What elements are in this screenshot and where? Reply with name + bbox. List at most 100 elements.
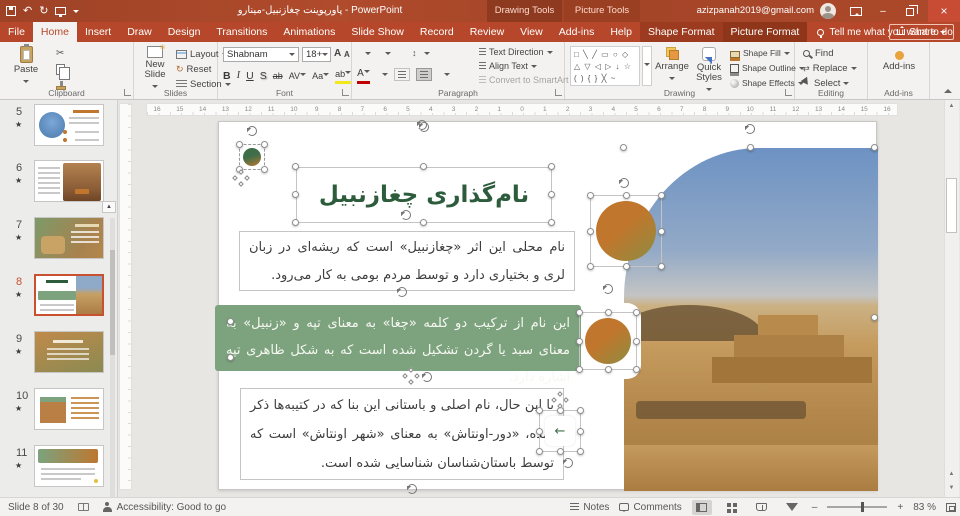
align-text-button[interactable]: Align Text	[479, 61, 537, 71]
canvas-scrollbar-thumb[interactable]	[946, 178, 957, 233]
bullets-caret-icon[interactable]	[365, 51, 371, 58]
selection-handle[interactable]	[622, 192, 630, 199]
ltr-direction-button[interactable]	[394, 68, 410, 81]
picture-tools-header[interactable]: Picture Tools	[564, 0, 640, 22]
slide-title-textbox[interactable]: نام‌گذاری چغازنبیل	[296, 167, 552, 223]
tab-animations[interactable]: Animations	[275, 22, 343, 42]
tab-draw[interactable]: Draw	[119, 22, 160, 42]
rotate-handle[interactable]	[401, 210, 411, 220]
selection-handle[interactable]	[548, 191, 555, 198]
shape-outline-button[interactable]: Shape Outline	[730, 63, 805, 76]
comments-button[interactable]: Comments	[619, 502, 682, 513]
tab-slide-show[interactable]: Slide Show	[343, 22, 412, 42]
rotate-handle[interactable]	[422, 372, 432, 382]
find-button[interactable]: Find	[803, 48, 833, 59]
tab-insert[interactable]: Insert	[77, 22, 119, 42]
text-shadow-button[interactable]: S	[260, 69, 267, 83]
selection-handle[interactable]	[587, 263, 594, 270]
next-slide-button[interactable]: ▼	[944, 482, 959, 495]
selection-handle[interactable]	[622, 263, 630, 270]
selection-handle[interactable]	[604, 309, 612, 316]
selection-handle[interactable]	[577, 407, 584, 414]
line-spacing-button[interactable]: ↕	[412, 48, 417, 58]
selection-handle[interactable]	[227, 318, 234, 325]
shapes-scroll-button[interactable]	[642, 46, 652, 86]
zoom-in-button[interactable]: +	[897, 502, 903, 513]
change-case-button[interactable]: Aa	[312, 69, 330, 83]
selection-handle[interactable]	[658, 263, 665, 270]
quick-styles-button[interactable]: Quick Styles	[691, 47, 727, 94]
photo-handle[interactable]	[620, 144, 627, 151]
new-slide-button[interactable]: New Slide	[137, 43, 173, 91]
scroll-up-button[interactable]: ▲	[944, 100, 959, 113]
slide-counter[interactable]: Slide 8 of 30	[8, 502, 64, 513]
adjust-handle-cluster[interactable]	[402, 367, 420, 385]
reading-view-button[interactable]	[752, 500, 772, 515]
rotate-handle[interactable]	[619, 178, 629, 188]
slide-thumbnail-10[interactable]	[34, 388, 104, 430]
shape-effects-button[interactable]: Shape Effects	[730, 78, 804, 88]
zoom-out-button[interactable]: –	[812, 502, 818, 513]
add-ins-button[interactable]: Add-ins	[881, 51, 917, 72]
selection-handle[interactable]	[536, 448, 543, 455]
selection-handle[interactable]	[261, 166, 268, 173]
tab-picture-format[interactable]: Picture Format	[722, 22, 808, 42]
selection-handle[interactable]	[292, 191, 299, 198]
slide-thumbnail-5[interactable]	[34, 104, 104, 146]
rotate-handle[interactable]	[397, 287, 407, 297]
tab-help[interactable]: Help	[602, 22, 640, 42]
notes-button[interactable]: Notes	[570, 502, 609, 513]
slide-thumbnail-8-selected[interactable]	[34, 274, 104, 316]
tab-record[interactable]: Record	[412, 22, 462, 42]
cut-button[interactable]: ✂	[56, 48, 64, 59]
columns-caret-icon[interactable]	[444, 73, 450, 79]
selection-handle[interactable]	[227, 354, 234, 361]
customize-qat-button[interactable]	[73, 9, 80, 16]
selection-handle[interactable]	[536, 407, 543, 414]
spell-check-icon[interactable]	[77, 503, 89, 511]
numbering-caret-icon[interactable]	[385, 51, 391, 58]
start-slideshow-button[interactable]	[55, 7, 67, 17]
previous-slide-button[interactable]: ▲	[944, 468, 959, 481]
selection-handle[interactable]	[292, 219, 299, 226]
close-button[interactable]: ×	[928, 0, 960, 22]
selection-handle[interactable]	[420, 163, 427, 170]
canvas-scrollbar-track[interactable]	[944, 100, 959, 497]
clipboard-dialog-launcher[interactable]	[124, 89, 131, 96]
arrange-button[interactable]: Arrange	[655, 47, 689, 83]
paragraph-dialog-launcher[interactable]	[555, 89, 562, 96]
selection-handle[interactable]	[577, 448, 584, 455]
tab-file[interactable]: File	[0, 22, 33, 42]
selection-handle[interactable]	[587, 192, 594, 199]
underline-button[interactable]: U	[246, 69, 254, 83]
green-highlight-box[interactable]: این نام از ترکیب دو کلمه «چغا» به معنای …	[215, 305, 581, 385]
reset-button[interactable]: ↻ Reset	[176, 64, 211, 75]
selection-handle[interactable]	[236, 141, 243, 148]
zoom-slider-thumb[interactable]	[861, 502, 865, 512]
rtl-direction-button[interactable]	[416, 68, 432, 81]
selection-handle[interactable]	[633, 366, 640, 373]
selection-handle[interactable]	[576, 366, 583, 373]
fit-slide-to-window-button[interactable]	[946, 502, 956, 512]
adjust-handle-cluster[interactable]	[551, 391, 569, 409]
tab-design[interactable]: Design	[160, 22, 209, 42]
paragraph1-textbox[interactable]: نام محلی این اثر «چغازنبیل» است که ریشه‌…	[239, 231, 575, 291]
selection-handle[interactable]	[633, 309, 640, 316]
font-family-combobox[interactable]: Shabnam	[223, 47, 299, 62]
adjust-handle-cluster[interactable]	[232, 169, 250, 187]
character-spacing-button[interactable]: AV	[289, 69, 307, 83]
selection-handle[interactable]	[548, 163, 555, 170]
font-size-combobox[interactable]: 18+	[302, 47, 331, 62]
tab-transitions[interactable]: Transitions	[208, 22, 275, 42]
slide-canvas[interactable]: نام‌گذاری چغازنبیل نام محلی این اثر «چغا…	[215, 120, 878, 494]
rotate-handle[interactable]	[417, 120, 427, 130]
selection-handle[interactable]	[292, 163, 299, 170]
ziggurat-photo[interactable]	[624, 148, 878, 491]
selection-handle[interactable]	[548, 219, 555, 226]
line-spacing-caret-icon[interactable]	[423, 51, 430, 58]
zoom-level[interactable]: 83 %	[913, 502, 936, 513]
shapes-gallery[interactable]: □ ╲ ╱ ▭ ○ ◇ △ ▽ ◁ ▷ ↓ ☆ ( ) { } ╳ ~	[570, 46, 640, 86]
copy-button[interactable]	[56, 64, 70, 80]
justify-caret-icon[interactable]	[382, 73, 388, 79]
selection-handle[interactable]	[604, 366, 612, 373]
